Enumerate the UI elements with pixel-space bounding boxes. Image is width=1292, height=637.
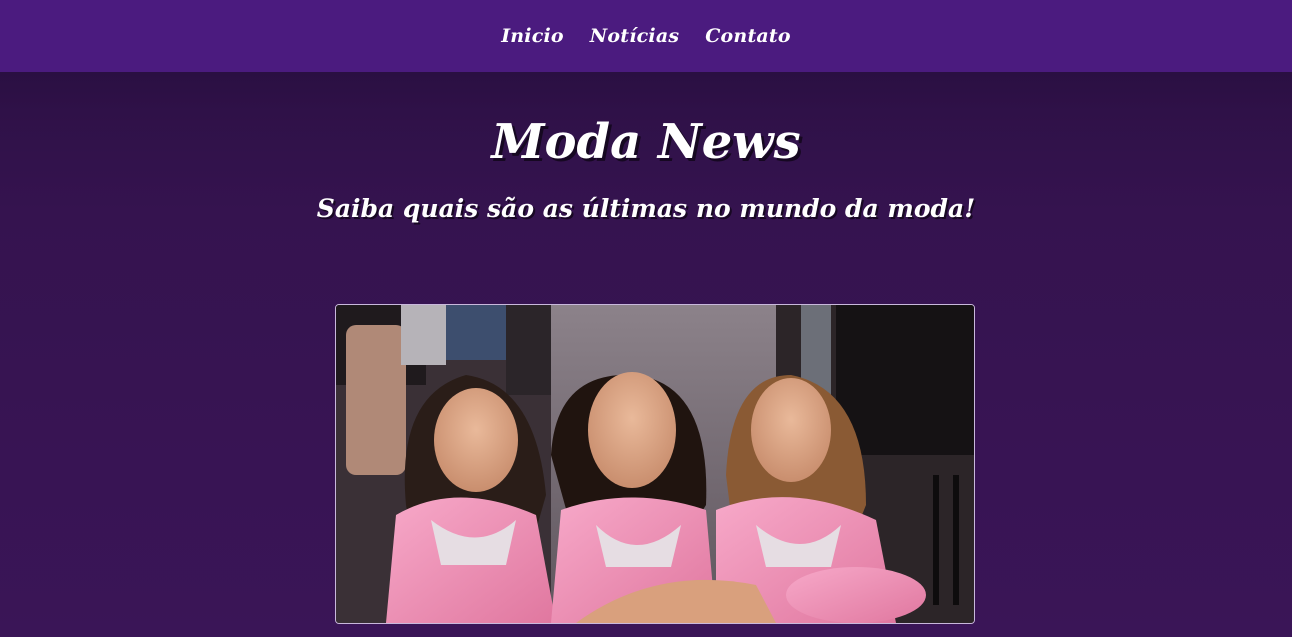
page-title: Moda News <box>491 114 801 170</box>
top-navigation: Inicio Notícias Contato <box>0 0 1292 72</box>
nav-link-noticias[interactable]: Notícias <box>590 25 679 47</box>
nav-link-inicio[interactable]: Inicio <box>501 25 564 47</box>
models-photo-illustration <box>336 305 974 623</box>
page-subtitle: Saiba quais são as últimas no mundo da m… <box>316 194 976 223</box>
hero-photo <box>335 304 975 624</box>
nav-link-contato[interactable]: Contato <box>705 25 791 47</box>
